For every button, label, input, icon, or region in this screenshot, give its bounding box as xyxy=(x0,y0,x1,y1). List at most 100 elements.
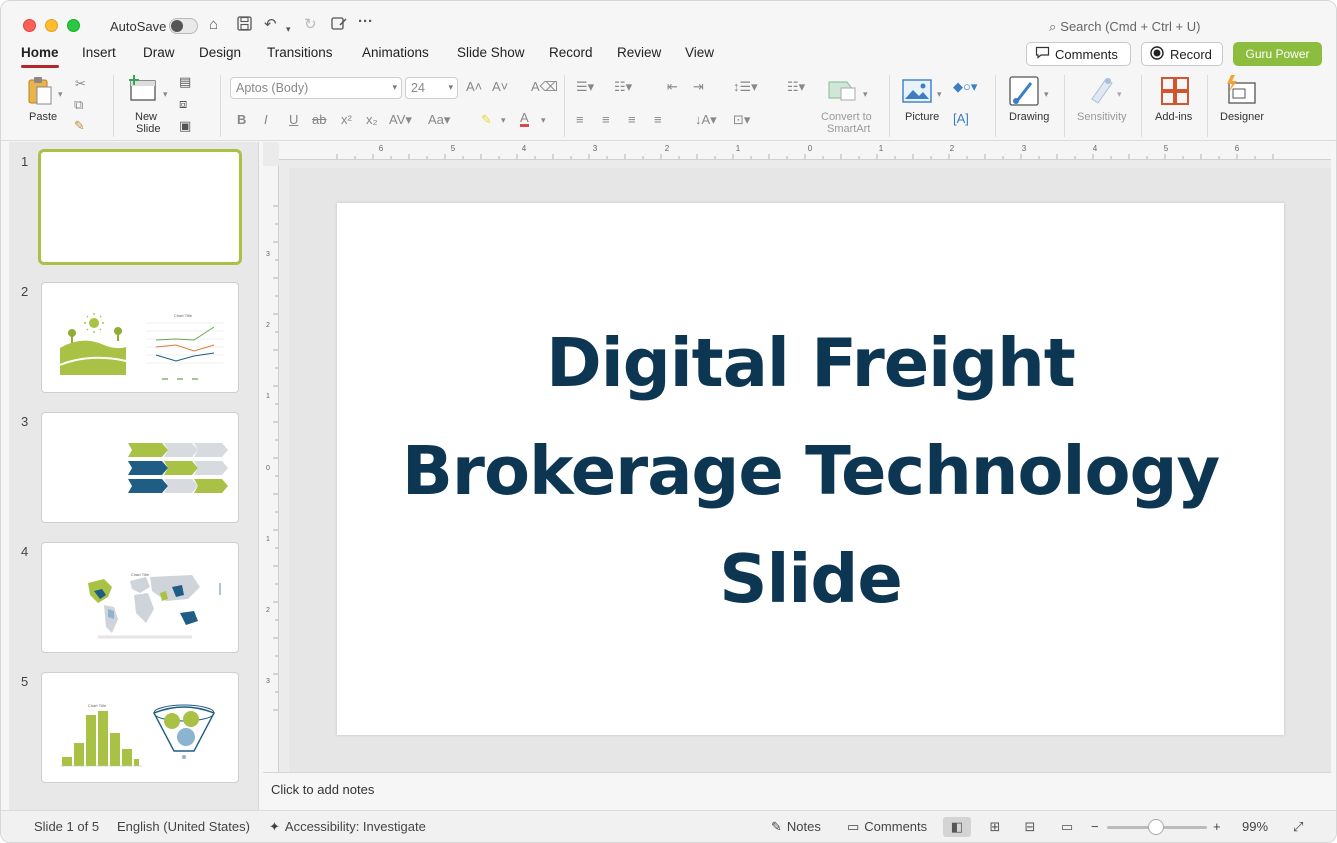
align-left-icon[interactable]: ≡ xyxy=(576,113,584,127)
bullets-icon[interactable]: ☰▾ xyxy=(576,80,594,94)
font-color-icon[interactable]: A xyxy=(520,111,529,127)
font-size-dropdown[interactable]: 24 ▾ xyxy=(405,77,458,99)
slide-thumbnail-5[interactable]: Chart Title xyxy=(41,672,239,783)
zoom-window-button[interactable] xyxy=(67,19,80,32)
new-slide-dropdown-chevron-icon[interactable]: ▾ xyxy=(163,87,168,101)
clear-formatting-icon[interactable]: A⌫ xyxy=(531,80,558,94)
ruler-label: 5 xyxy=(451,144,456,153)
more-icon[interactable]: ··· xyxy=(358,13,373,31)
paste-dropdown-chevron-icon[interactable]: ▾ xyxy=(58,87,63,101)
sensitivity-icon[interactable] xyxy=(1086,75,1114,110)
current-slide[interactable]: Digital Freight Brokerage Technology Sli… xyxy=(337,203,1284,735)
minimize-window-button[interactable] xyxy=(45,19,58,32)
columns-icon[interactable]: ☷▾ xyxy=(787,80,805,94)
format-painter-icon[interactable]: ✎ xyxy=(74,119,85,133)
slide-thumbnail-3[interactable] xyxy=(41,412,239,523)
designer-icon[interactable] xyxy=(1225,75,1257,110)
align-text-icon[interactable]: ⊡▾ xyxy=(733,113,750,127)
tab-design[interactable]: Design xyxy=(199,45,241,60)
picture-icon[interactable] xyxy=(902,79,932,108)
tab-record[interactable]: Record xyxy=(549,45,593,60)
tab-review[interactable]: Review xyxy=(617,45,661,60)
bold-icon[interactable]: B xyxy=(237,113,246,127)
search-box[interactable]: ⌕ Search (Cmd + Ctrl + U) xyxy=(1049,19,1200,35)
zoom-out-icon[interactable]: − xyxy=(1091,819,1099,834)
highlight-icon[interactable]: ✎ xyxy=(481,113,492,127)
underline-icon[interactable]: U xyxy=(289,113,298,127)
notes-pane[interactable]: Click to add notes xyxy=(263,772,1331,810)
reading-view-button[interactable]: ⊟ xyxy=(1016,817,1044,837)
align-center-icon[interactable]: ≡ xyxy=(602,113,610,127)
record-button[interactable]: Record xyxy=(1141,42,1223,66)
normal-view-button[interactable]: ◧ xyxy=(943,817,971,837)
slide-sorter-button[interactable]: ⊞ xyxy=(981,817,1009,837)
line-spacing-icon[interactable]: ↕☰▾ xyxy=(733,80,758,94)
reset-slide-icon[interactable]: ⧈ xyxy=(179,97,187,111)
tab-insert[interactable]: Insert xyxy=(82,45,116,60)
tab-view[interactable]: View xyxy=(685,45,714,60)
text-box-icon[interactable]: [A] xyxy=(953,112,969,126)
layout-icon[interactable]: ▤ xyxy=(179,75,191,89)
sensitivity-dropdown-chevron-icon[interactable]: ▾ xyxy=(1117,87,1122,101)
subscript-icon[interactable]: x₂ xyxy=(366,113,378,127)
zoom-slider-knob[interactable] xyxy=(1148,819,1164,835)
align-right-icon[interactable]: ≡ xyxy=(628,113,636,127)
drawing-dropdown-chevron-icon[interactable]: ▾ xyxy=(1044,87,1049,101)
tab-draw[interactable]: Draw xyxy=(143,45,175,60)
comments-button[interactable]: Comments xyxy=(1026,42,1131,66)
drawing-icon[interactable] xyxy=(1009,75,1041,112)
redo-icon[interactable]: ↻ xyxy=(304,16,317,34)
font-color-dropdown-chevron-icon[interactable]: ▾ xyxy=(541,113,546,127)
superscript-icon[interactable]: x² xyxy=(341,113,352,127)
change-case-icon[interactable]: Aa▾ xyxy=(428,113,450,127)
slide-thumbnail-pane[interactable]: 1 2 Chart Title 3 4 Chart Title 5 Chart … xyxy=(9,142,259,810)
fit-to-window-icon[interactable]: ⤢ xyxy=(1293,819,1303,835)
section-icon[interactable]: ▣ xyxy=(179,119,191,133)
shapes-icon[interactable]: ◆○▾ xyxy=(953,80,977,94)
justify-icon[interactable]: ≡ xyxy=(654,113,662,127)
language-indicator[interactable]: English (United States) xyxy=(117,819,250,834)
slide-thumbnail-4[interactable]: Chart Title xyxy=(41,542,239,653)
tab-animations[interactable]: Animations xyxy=(362,45,429,60)
slide-show-button[interactable]: ▭ xyxy=(1053,817,1081,837)
tab-slide-show[interactable]: Slide Show xyxy=(457,45,525,60)
numbering-icon[interactable]: ☷▾ xyxy=(614,80,632,94)
highlight-dropdown-chevron-icon[interactable]: ▾ xyxy=(501,113,506,127)
zoom-level[interactable]: 99% xyxy=(1242,819,1268,834)
customize-toolbar-icon[interactable] xyxy=(331,16,347,36)
character-spacing-icon[interactable]: AV▾ xyxy=(389,113,412,127)
zoom-in-icon[interactable]: + xyxy=(1213,819,1221,834)
new-slide-icon[interactable] xyxy=(128,75,158,108)
paste-icon[interactable] xyxy=(25,75,57,112)
copy-icon[interactable]: ⧉ xyxy=(74,98,83,112)
tab-transitions[interactable]: Transitions xyxy=(267,45,333,60)
slide-thumbnail-2[interactable]: Chart Title xyxy=(41,282,239,393)
font-name-dropdown[interactable]: Aptos (Body) ▾ xyxy=(230,77,402,99)
tab-home[interactable]: Home xyxy=(21,45,59,68)
undo-icon[interactable]: ↶ xyxy=(264,16,277,34)
home-icon[interactable]: ⌂ xyxy=(209,16,218,34)
accessibility-status[interactable]: ✦ Accessibility: Investigate xyxy=(269,819,426,835)
decrease-indent-icon[interactable]: ⇤ xyxy=(667,80,678,94)
increase-indent-icon[interactable]: ⇥ xyxy=(693,80,704,94)
cut-icon[interactable]: ✂ xyxy=(75,77,86,91)
comments-toggle[interactable]: ▭ Comments xyxy=(847,819,927,835)
add-ins-icon[interactable] xyxy=(1160,77,1190,110)
convert-to-smartart-icon[interactable] xyxy=(827,78,859,107)
autosave-toggle[interactable] xyxy=(169,18,198,34)
slide-thumbnail-1[interactable] xyxy=(38,149,242,265)
slide-sorter-icon: ⊞ xyxy=(989,819,1001,834)
notes-toggle[interactable]: ✎ Notes xyxy=(771,819,821,835)
save-icon[interactable] xyxy=(237,16,252,36)
increase-font-size-icon[interactable]: A˄ xyxy=(466,80,482,94)
text-direction-icon[interactable]: ↓A▾ xyxy=(695,113,717,127)
undo-dropdown-chevron-icon[interactable]: ▾ xyxy=(286,20,291,38)
decrease-font-size-icon[interactable]: A˅ xyxy=(492,80,508,94)
italic-icon[interactable]: I xyxy=(264,113,268,127)
close-window-button[interactable] xyxy=(23,19,36,32)
strikethrough-icon[interactable]: ab xyxy=(312,113,326,127)
slide-title[interactable]: Digital Freight Brokerage Technology Sli… xyxy=(357,309,1264,633)
guru-power-button[interactable]: Guru Power xyxy=(1233,42,1322,66)
picture-dropdown-chevron-icon[interactable]: ▾ xyxy=(937,87,942,101)
convert-dropdown-chevron-icon[interactable]: ▾ xyxy=(863,87,868,101)
